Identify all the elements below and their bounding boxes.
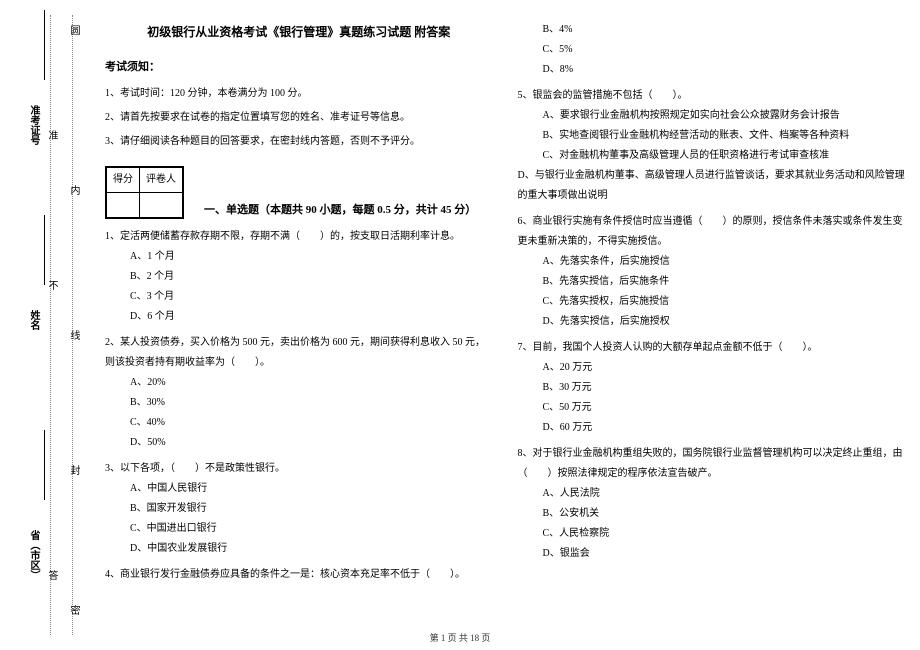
q2-d: D、50% — [130, 433, 493, 453]
q4-c: C、5% — [543, 40, 906, 60]
seal-label-5: 圆 — [66, 25, 81, 43]
q2-b: B、30% — [130, 393, 493, 413]
seal-label-1: 密 — [66, 605, 81, 623]
q6-c: C、先落实授权，后实施授信 — [543, 292, 906, 312]
q3-a: A、中国人民银行 — [130, 479, 493, 499]
q5-a: A、要求银行业金融机构按照规定如实向社会公众披露财务会计报告 — [543, 106, 906, 126]
field-province: 省（市区） — [26, 530, 41, 580]
q1-d: D、6 个月 — [130, 307, 493, 327]
field-line-1 — [44, 430, 45, 500]
q4-b: B、4% — [543, 20, 906, 40]
exam-title: 初级银行从业资格考试《银行管理》真题练习试题 附答案 — [105, 20, 493, 44]
section-row: 得分 评卷人 一、单选题（本题共 90 小题，每题 0.5 分，共计 45 分） — [105, 158, 493, 221]
exam-page: 密 封 线 内 圆 答 不 准 省（市区） 姓名 准考证号 初级银行从业资格考试… — [0, 0, 920, 650]
notice-header: 考试须知： — [105, 56, 493, 78]
q4-stem: 4、商业银行发行金融债券应具备的条件之一是：核心资本充足率不低于（ ）。 — [105, 565, 493, 585]
seal-label-4: 内 — [66, 185, 81, 203]
q2-a: A、20% — [130, 373, 493, 393]
q1-a: A、1 个月 — [130, 247, 493, 267]
seal-label-3: 线 — [66, 330, 81, 348]
q7-d: D、60 万元 — [543, 418, 906, 438]
left-column: 初级银行从业资格考试《银行管理》真题练习试题 附答案 考试须知： 1、考试时间：… — [105, 20, 493, 645]
q6-b: B、先落实授信，后实施条件 — [543, 272, 906, 292]
q1-stem: 1、定活两便储蓄存款存期不限，存期不满（ ）的，按支取日活期利率计息。 — [105, 227, 493, 247]
q1-b: B、2 个月 — [130, 267, 493, 287]
q8-d: D、银监会 — [543, 544, 906, 564]
not-label: 不 — [44, 280, 59, 298]
notice-3: 3、请仔细阅读各种题目的回答要求，在密封线内答题，否则不予评分。 — [105, 132, 493, 152]
q6-a: A、先落实条件，后实施授信 — [543, 252, 906, 272]
q7-c: C、50 万元 — [543, 398, 906, 418]
score-cell — [107, 193, 140, 218]
q7-b: B、30 万元 — [543, 378, 906, 398]
q2-stem: 2、某人投资债券，买入价格为 500 元，卖出价格为 600 元，期间获得利息收… — [105, 333, 493, 373]
binding-sidebar: 密 封 线 内 圆 答 不 准 省（市区） 姓名 准考证号 — [0, 0, 80, 650]
notice-1: 1、考试时间：120 分钟，本卷满分为 100 分。 — [105, 84, 493, 104]
right-column: B、4% C、5% D、8% 5、银监会的监管措施不包括（ ）。 A、要求银行业… — [518, 20, 906, 645]
q3-c: C、中国进出口银行 — [130, 519, 493, 539]
q5-b: B、实地查阅银行业金融机构经营活动的账表、文件、档案等各种资料 — [543, 126, 906, 146]
field-name: 姓名 — [26, 310, 41, 330]
seal-label-2: 封 — [66, 465, 81, 483]
q8-a: A、人民法院 — [543, 484, 906, 504]
reviewer-label: 评卷人 — [140, 168, 183, 193]
q2-c: C、40% — [130, 413, 493, 433]
page-footer: 第 1 页 共 18 页 — [0, 631, 920, 644]
q7-a: A、20 万元 — [543, 358, 906, 378]
q6-stem: 6、商业银行实施有条件授信时应当遵循（ ）的原则，授信条件未落实或条件发生变更未… — [518, 212, 906, 252]
content-area: 初级银行从业资格考试《银行管理》真题练习试题 附答案 考试须知： 1、考试时间：… — [80, 0, 920, 650]
field-line-3 — [44, 10, 45, 80]
score-box: 得分 评卷人 — [105, 166, 184, 219]
q6-d: D、先落实授信，后实施授权 — [543, 312, 906, 332]
prep-label: 准 — [44, 130, 59, 148]
dotted-line-1 — [50, 15, 51, 635]
q5-stem: 5、银监会的监管措施不包括（ ）。 — [518, 86, 906, 106]
q8-stem: 8、对于银行业金融机构重组失败的，国务院银行业监督管理机构可以决定终止重组，由（… — [518, 444, 906, 484]
notice-2: 2、请首先按要求在试卷的指定位置填写您的姓名、准考证号等信息。 — [105, 108, 493, 128]
answer-label: 答 — [44, 570, 59, 588]
score-label: 得分 — [107, 168, 140, 193]
field-ticket: 准考证号 — [26, 105, 41, 145]
q8-c: C、人民检察院 — [543, 524, 906, 544]
q5-c: C、对金融机构董事及高级管理人员的任职资格进行考试审查核准 — [543, 146, 906, 166]
reviewer-cell — [140, 193, 183, 218]
q4-d: D、8% — [543, 60, 906, 80]
dotted-line-2 — [72, 15, 73, 635]
section-1-title: 一、单选题（本题共 90 小题，每题 0.5 分，共计 45 分） — [204, 199, 476, 221]
q8-b: B、公安机关 — [543, 504, 906, 524]
field-line-2 — [44, 215, 45, 285]
q7-stem: 7、目前，我国个人投资人认购的大额存单起点金额不低于（ ）。 — [518, 338, 906, 358]
q3-stem: 3、以下各项，（ ）不是政策性银行。 — [105, 459, 493, 479]
q3-d: D、中国农业发展银行 — [130, 539, 493, 559]
q5-d: D、与银行业金融机构董事、高级管理人员进行监管谈话，要求其就业务活动和风险管理的… — [518, 166, 906, 206]
q1-c: C、3 个月 — [130, 287, 493, 307]
q3-b: B、国家开发银行 — [130, 499, 493, 519]
